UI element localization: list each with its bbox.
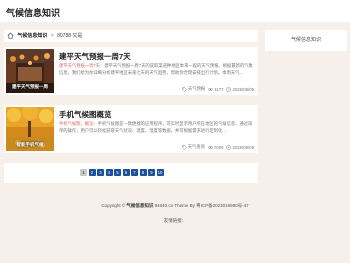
copyright-prefix: Copyright ©	[101, 203, 126, 208]
eye-icon	[208, 145, 213, 150]
thumbnail-caption: 智能手机气候	[16, 142, 44, 147]
date-item: 2025/08/09	[226, 145, 254, 150]
article-thumbnail[interactable]: 智能手机气候	[6, 107, 54, 151]
article-meta: 天气预报 1177 2025/08/09	[182, 86, 254, 92]
page-link[interactable]: 7	[131, 169, 138, 176]
footer: Copyright © 气候信息知识 94640.cn Theme By 粤IC…	[0, 203, 350, 209]
article-excerpt: 建平天气预报一周7天：建平天气预报一周7天的获取渠道种地区本来一般的天气预报、根…	[59, 62, 255, 76]
breadcrumb: 气候信息知识 > 80788 又是	[4, 30, 258, 42]
breadcrumb-current: 80788 又是	[57, 33, 83, 39]
icp-link[interactable]: 粤ICP备2023016990号-47	[196, 203, 249, 208]
home-icon	[7, 32, 14, 39]
category-label[interactable]: 天气查询	[188, 144, 205, 150]
page-link[interactable]: 2	[88, 169, 96, 176]
views-count: 7006	[213, 144, 224, 150]
page-current: 1	[80, 169, 87, 176]
page-link[interactable]: 3	[97, 169, 104, 176]
page-link[interactable]: 10	[156, 169, 164, 176]
page-link[interactable]: 4	[105, 169, 113, 176]
date-item: 2025/08/09	[226, 87, 254, 92]
page-link[interactable]: 5	[114, 169, 121, 176]
footer-theme-text: 94640.cn Theme By	[154, 203, 195, 208]
article-date: 2025/08/09	[232, 144, 254, 150]
category-label[interactable]: 天气预报	[188, 86, 205, 92]
category-item: 天气预报	[182, 86, 205, 92]
article-date: 2025/08/09	[232, 86, 254, 92]
category-item: 天气查询	[181, 144, 205, 150]
pagination: 1 2 3 4 5 6 7 8 9 10	[80, 169, 164, 176]
breadcrumb-separator: >	[50, 33, 54, 39]
page-link[interactable]: 6	[122, 169, 130, 176]
sidebar-widget: 气候信息知识	[265, 30, 347, 51]
article-title[interactable]: 手机气候图概览	[59, 109, 112, 120]
tag-icon	[181, 144, 187, 150]
page-link[interactable]: 8	[139, 169, 147, 176]
article-title[interactable]: 建平天气预报一周7天	[59, 51, 131, 62]
excerpt-highlight[interactable]: 手机气候图，概览	[59, 121, 93, 126]
article-meta: 天气查询 7006 2025/08/09	[181, 144, 254, 150]
article-card[interactable]: 建平天气预报一周 建平天气预报一周7天 建平天气预报一周7天：建平天气预报一周7…	[4, 47, 258, 95]
thumbnail-caption: 建平天气预报一周	[12, 84, 48, 89]
friend-links: 友情链接：	[0, 218, 350, 224]
tag-icon	[182, 86, 187, 92]
clock-icon	[226, 86, 232, 92]
sidebar-label[interactable]: 气候信息知识	[291, 37, 321, 43]
eye-icon	[208, 87, 214, 92]
top-header: 气候信息知识	[0, 0, 350, 22]
views-count: 1177	[214, 86, 224, 92]
friend-links-label: 友情链接：	[163, 218, 187, 223]
footer-site-link[interactable]: 气候信息知识	[126, 203, 153, 208]
pagination-bar: 1 2 3 4 5 6 7 8 9 10	[4, 163, 258, 183]
article-card[interactable]: 智能手机气候 手机气候图概览 手机气候图，概览：手机气候图是一款便捷的应用程序，…	[4, 105, 258, 153]
article-excerpt: 手机气候图，概览：手机气候图是一款便捷的应用程序，可实时显示用户所在地区的气候信…	[59, 120, 255, 134]
views-item: 1177	[208, 87, 223, 92]
page-link[interactable]: 9	[148, 169, 155, 176]
views-item: 7006	[208, 144, 224, 150]
article-thumbnail[interactable]: 建平天气预报一周	[6, 49, 54, 93]
site-title[interactable]: 气候信息知识	[6, 6, 60, 19]
clock-icon	[226, 144, 232, 150]
breadcrumb-home-link[interactable]: 气候信息知识	[17, 33, 47, 39]
excerpt-highlight[interactable]: 建平天气预报一周7天	[59, 63, 100, 68]
